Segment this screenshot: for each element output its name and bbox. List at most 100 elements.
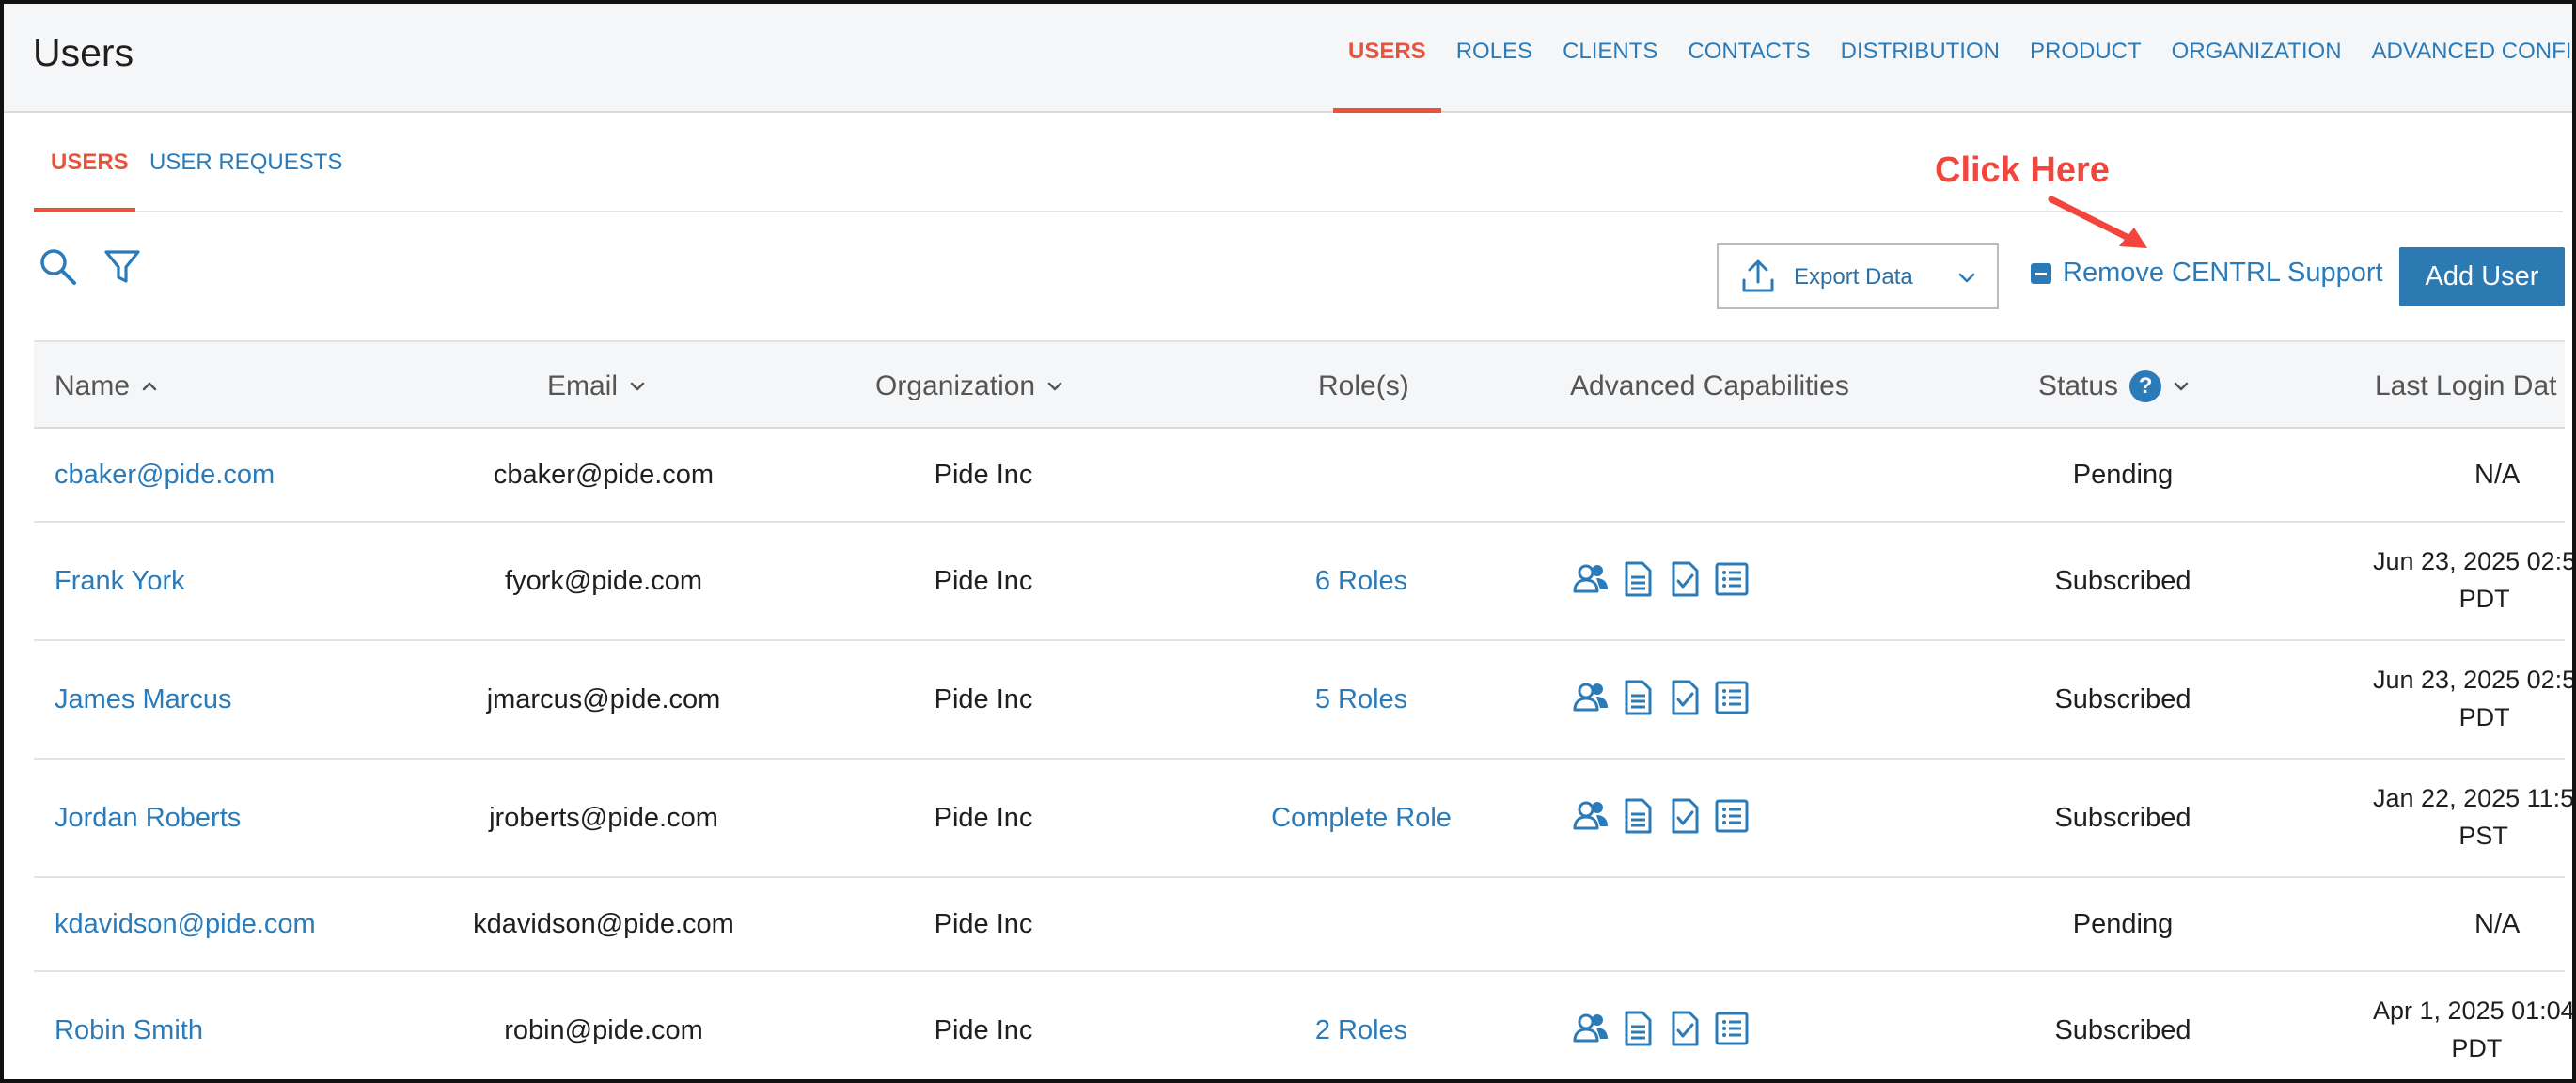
users-table: Name Email Organization Role(s) Advanced… (34, 340, 2572, 1079)
minus-icon (2031, 262, 2051, 284)
tab-users[interactable]: USERS (51, 149, 129, 177)
table-row: kdavidson@pide.com kdavidson@pide.com Pide… (34, 878, 2565, 972)
user-email: cbaker@pide.com (493, 460, 715, 490)
user-status: Subscribed (2054, 566, 2191, 596)
user-last-login: N/A (2474, 460, 2521, 490)
column-header-email[interactable]: Email (547, 370, 648, 402)
document-icon[interactable] (1619, 560, 1657, 598)
column-header-organization[interactable]: Organization (875, 370, 1065, 402)
nav-distribution[interactable]: DISTRIBUTION (1841, 38, 2000, 113)
list-icon[interactable] (1713, 1010, 1751, 1047)
last-login-datetime: Jun 23, 2025 02:53 (2373, 666, 2576, 694)
user-last-login: N/A (2474, 909, 2521, 939)
remove-centrl-support-label: Remove CENTRL Support (2063, 258, 2383, 288)
export-data-button[interactable]: Export Data (1717, 243, 1999, 309)
column-header-status[interactable]: Status ? (2038, 370, 2191, 402)
user-last-login: Jun 23, 2025 02:53 PDT (2373, 661, 2576, 736)
filter-icon[interactable] (102, 246, 143, 288)
chevron-down-icon[interactable] (1956, 266, 1978, 289)
table-header: Name Email Organization Role(s) Advanced… (34, 340, 2565, 429)
chevron-down-icon (630, 382, 645, 391)
user-roles-link[interactable]: 2 Roles (1315, 1015, 1407, 1046)
user-email: robin@pide.com (504, 1015, 703, 1045)
search-icon[interactable] (38, 246, 79, 288)
table-row: Robin Smith robin@pide.com Pide Inc 2 Roles (34, 972, 2572, 1079)
table-row: Frank York fyork@pide.com Pide Inc 6 Roles (34, 523, 2572, 641)
list-icon[interactable] (1713, 560, 1751, 598)
advanced-capabilities (1572, 1010, 1751, 1047)
chevron-down-icon (2174, 382, 2189, 391)
user-organization: Pide Inc (934, 566, 1033, 596)
users-icon[interactable] (1572, 679, 1610, 716)
toolbar-icons (38, 246, 143, 288)
main-nav: USERS ROLES CLIENTS CONTACTS DISTRIBUTIO… (1333, 38, 2572, 113)
column-header-name[interactable]: Name (55, 370, 160, 402)
user-email: fyork@pide.com (505, 566, 702, 596)
users-icon[interactable] (1572, 797, 1610, 835)
nav-organization[interactable]: ORGANIZATION (2172, 38, 2342, 113)
document-icon[interactable] (1619, 679, 1657, 716)
annotation-arrow-icon (2048, 196, 2147, 248)
column-header-capabilities: Advanced Capabilities (1570, 370, 1849, 401)
table-row: cbaker@pide.com cbaker@pide.com Pide Inc Pe… (34, 429, 2565, 523)
document-icon[interactable] (1619, 1010, 1657, 1047)
checklist-icon[interactable] (1666, 1010, 1704, 1047)
nav-product[interactable]: PRODUCT (2030, 38, 2142, 113)
last-login-datetime: Jun 23, 2025 02:56 (2373, 547, 2576, 575)
document-icon[interactable] (1619, 797, 1657, 835)
user-name-link[interactable]: Jordan Roberts (55, 803, 241, 834)
last-login-timezone: PST (2458, 822, 2508, 850)
list-icon[interactable] (1713, 679, 1751, 716)
user-organization: Pide Inc (934, 460, 1033, 490)
last-login-datetime: Jan 22, 2025 11:52 (2373, 784, 2576, 812)
help-icon[interactable]: ? (2129, 370, 2162, 402)
column-header-email-label: Email (547, 370, 619, 401)
user-name-link[interactable]: Robin Smith (55, 1015, 203, 1046)
user-organization: Pide Inc (934, 684, 1033, 714)
last-login-timezone: PDT (2451, 1034, 2503, 1062)
user-status: Subscribed (2054, 803, 2191, 833)
add-user-button[interactable]: Add User (2399, 247, 2565, 306)
nav-clients[interactable]: CLIENTS (1563, 38, 1657, 113)
checklist-icon[interactable] (1666, 679, 1704, 716)
user-roles-link[interactable]: Complete Role (1271, 803, 1452, 834)
user-email: jroberts@pide.com (489, 803, 718, 833)
user-last-login: Jan 22, 2025 11:52 PST (2373, 779, 2576, 855)
last-login-timezone: PDT (2458, 585, 2510, 613)
list-icon[interactable] (1713, 797, 1751, 835)
table-body: cbaker@pide.com cbaker@pide.com Pide Inc Pe… (34, 429, 2572, 1079)
user-organization: Pide Inc (934, 803, 1033, 833)
column-header-status-label: Status (2038, 370, 2119, 401)
nav-roles[interactable]: ROLES (1456, 38, 1532, 113)
users-icon[interactable] (1572, 1010, 1610, 1047)
advanced-capabilities (1572, 797, 1751, 835)
user-roles-link[interactable]: 6 Roles (1315, 566, 1407, 597)
user-status: Subscribed (2054, 684, 2191, 714)
user-name-link[interactable]: Frank York (55, 566, 185, 597)
user-name-link[interactable]: kdavidson@pide.com (55, 909, 316, 940)
nav-users[interactable]: USERS (1333, 38, 1441, 113)
user-roles-link[interactable]: 5 Roles (1315, 684, 1407, 715)
user-email: kdavidson@pide.com (473, 909, 734, 939)
top-header: Users USERS ROLES CLIENTS CONTACTS DISTR… (4, 4, 2572, 113)
checklist-icon[interactable] (1666, 560, 1704, 598)
tab-user-requests[interactable]: USER REQUESTS (149, 149, 342, 177)
nav-advanced-config[interactable]: ADVANCED CONFIG. (2372, 38, 2572, 113)
user-status: Pending (2072, 460, 2174, 490)
table-row: James Marcus jmarcus@pide.com Pide Inc 5 Ro… (34, 641, 2572, 760)
column-header-roles: Role(s) (1318, 370, 1409, 401)
checklist-icon[interactable] (1666, 797, 1704, 835)
column-header-organization-label: Organization (875, 370, 1036, 401)
user-organization: Pide Inc (934, 1015, 1033, 1045)
user-name-link[interactable]: James Marcus (55, 684, 232, 715)
active-tab-indicator (34, 208, 135, 212)
user-status: Subscribed (2054, 1015, 2191, 1045)
column-header-name-label: Name (55, 370, 131, 401)
remove-centrl-support-link[interactable]: Remove CENTRL Support (2031, 258, 2383, 289)
upload-icon (1742, 259, 1774, 292)
user-name-link[interactable]: cbaker@pide.com (55, 460, 275, 491)
user-email: jmarcus@pide.com (486, 684, 721, 714)
users-icon[interactable] (1572, 560, 1610, 598)
nav-contacts[interactable]: CONTACTS (1688, 38, 1810, 113)
user-organization: Pide Inc (934, 909, 1033, 939)
